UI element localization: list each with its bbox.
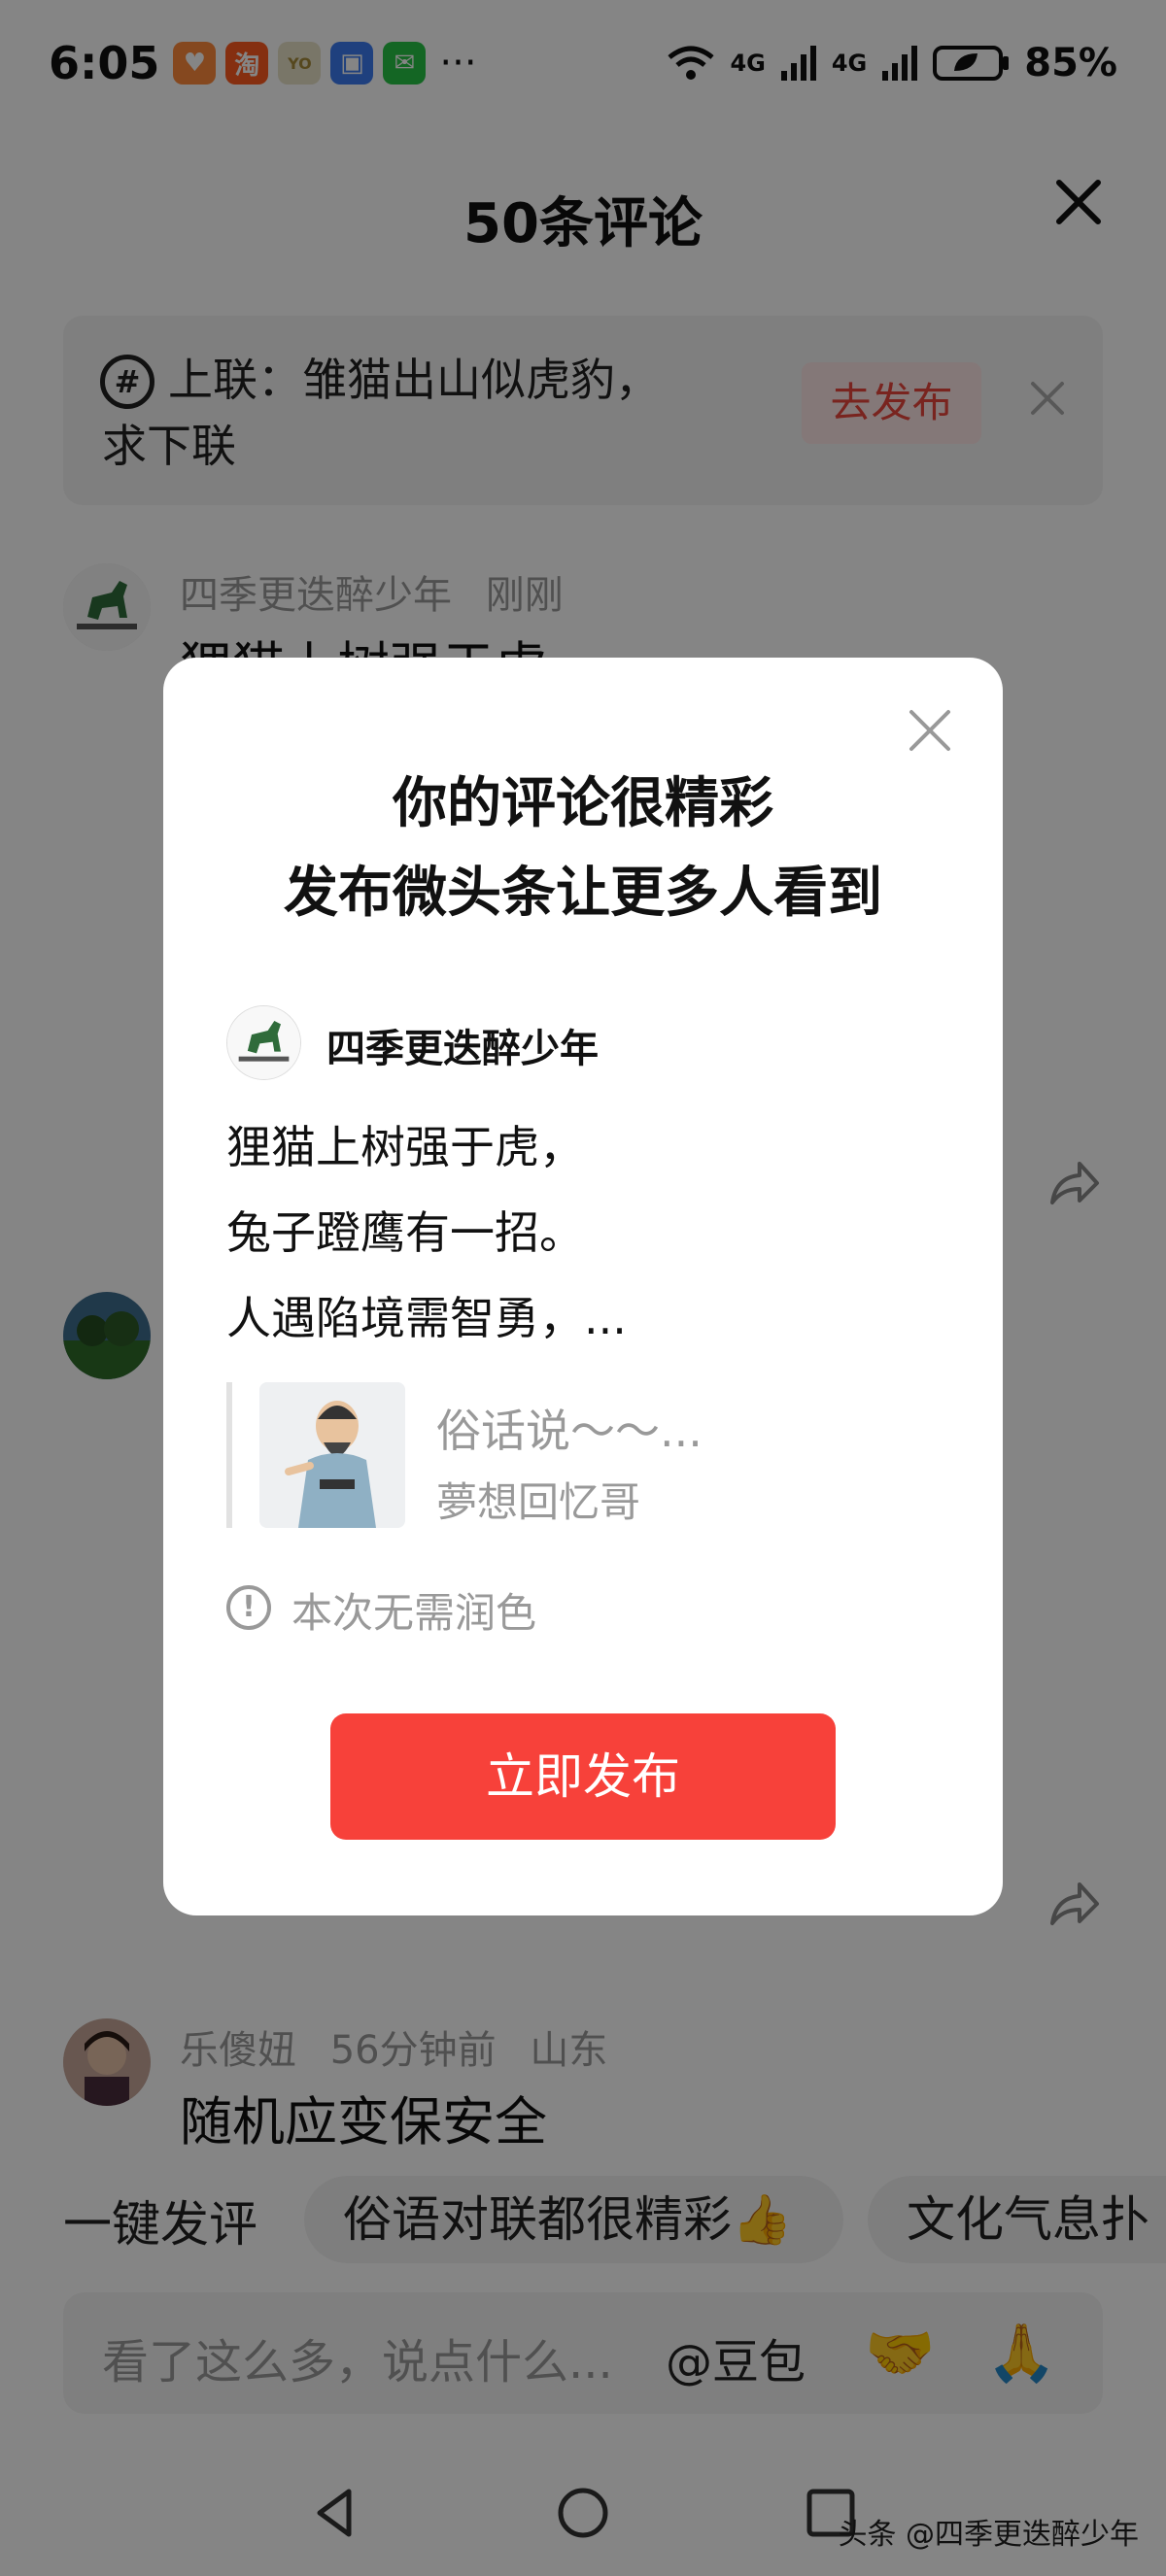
avatar [226,1005,301,1080]
post-line: 狸猫上树强于虎， [226,1121,584,1173]
info-icon: ! [226,1585,271,1630]
quote-author: 夢想回忆哥 [436,1478,641,1526]
publish-dialog: 你的评论很精彩 发布微头条让更多人看到 四季更迭醉少年 狸猫上树强于虎， 兔子蹬… [163,658,1003,1915]
post-line: 兔子蹬鹰有一招。 [226,1206,584,1259]
dialog-post-text: 狸猫上树强于虎， 兔子蹬鹰有一招。 人遇陷境需智勇，... [226,1104,627,1361]
sage-illustration-icon [259,1382,405,1528]
horse-avatar-icon [227,1006,300,1079]
post-line: 人遇陷境需智勇，... [226,1292,627,1344]
dialog-username: 四季更迭醉少年 [326,1027,599,1071]
quote-thumbnail [259,1382,405,1528]
dialog-title: 你的评论很精彩 发布微头条让更多人看到 [163,760,1003,938]
screen: 6:05 ♥ 淘 YO ▣ ✉ ··· 4G 4G 85% 50条评论 # 上联… [0,0,1166,2576]
dialog-title-line2: 发布微头条让更多人看到 [284,862,882,925]
dialog-title-line1: 你的评论很精彩 [393,772,773,835]
close-icon[interactable] [906,706,954,755]
quoted-article: 俗话说～～... 夢想回忆哥 [226,1382,815,1528]
publish-now-button[interactable]: 立即发布 [330,1713,836,1840]
polish-note: 本次无需润色 [292,1589,537,1637]
quote-title: 俗话说～～... [436,1405,703,1457]
